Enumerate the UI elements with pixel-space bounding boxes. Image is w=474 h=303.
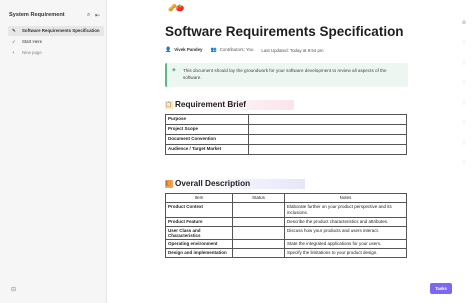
page-meta: 👤 Vivek Pandey 👥 Contributors: You Last Up… (165, 47, 324, 53)
table-cell[interactable] (232, 226, 285, 240)
table-row: Purpose (165, 114, 407, 125)
search-icon[interactable]: ⌕ (87, 12, 90, 19)
heading-overall-description[interactable]: 📙 Overall Description (165, 179, 306, 189)
author[interactable]: 👤 Vivek Pandey (165, 47, 202, 53)
table-cell[interactable]: Specify the limitations to your product … (284, 248, 407, 258)
plus-icon: + (12, 50, 15, 55)
sidebar-item-label: Start Here (22, 39, 43, 44)
table-header-row: Item Status Notes (165, 193, 407, 203)
info-icon: ◈ (172, 67, 176, 73)
table-cell[interactable] (232, 202, 285, 218)
table-cell[interactable] (248, 124, 407, 135)
more-icon[interactable]: ⋮ (459, 80, 469, 86)
more-icon[interactable]: ⋮ (459, 140, 469, 146)
column-header[interactable]: Status (232, 193, 285, 203)
more-icon[interactable]: ⋮ (459, 100, 469, 106)
book-icon: 📙 (165, 180, 173, 188)
table-cell[interactable]: State the integrated applications for yo… (284, 239, 407, 249)
page-content: 🥜🍅 ⚙ ⋮ ⋮ ⋮ ⋮ ⋮ ⋮ ⋮ Software Requirements… (107, 0, 474, 303)
right-toolbar: ⚙ ⋮ ⋮ ⋮ ⋮ ⋮ ⋮ ⋮ (459, 20, 469, 180)
collapse-sidebar-icon[interactable]: ⇤ (95, 12, 100, 19)
contributors-icon: 👥 (210, 47, 217, 53)
table-cell[interactable]: Audience / Target Market (165, 144, 249, 155)
column-header[interactable]: Notes (284, 193, 407, 203)
sidebar-header: System Requirement ⌕ ⇤ (9, 12, 103, 22)
table-cell[interactable]: Product Feature (165, 217, 233, 227)
table-row: Design and implementation Specify the li… (165, 248, 407, 258)
table-cell[interactable]: Design and implementation (165, 248, 233, 258)
table-cell[interactable]: Describe the product characteristics and… (284, 217, 407, 227)
more-icon[interactable]: ⋮ (459, 60, 469, 66)
table-cell[interactable] (232, 217, 285, 227)
rocket-icon: ➶ (12, 39, 16, 44)
page-settings-icon[interactable]: ⚙ (459, 20, 469, 26)
document-icon: ✎ (12, 28, 16, 33)
sidebar: System Requirement ⌕ ⇤ ✎ Software Requir… (0, 0, 107, 303)
cover-emoji: 🥜🍅 (168, 5, 184, 12)
sidebar-title[interactable]: System Requirement (9, 12, 65, 18)
user-icon: 👤 (165, 47, 172, 53)
table-cell[interactable]: Project Scope (165, 124, 249, 135)
memo-icon: 📋 (165, 101, 173, 109)
callout: ◈ This document should lay the groundwor… (165, 63, 408, 87)
callout-text: This document should lay the groundwork … (183, 68, 387, 81)
table-cell[interactable] (248, 144, 407, 155)
sidebar-item-start-here[interactable]: ➶ Start Here (8, 37, 104, 47)
page-title[interactable]: Software Requirements Specification (165, 24, 404, 39)
tasks-label: Tasks (435, 286, 447, 291)
table-cell[interactable]: Discuss how your products and users inte… (284, 226, 407, 240)
column-header[interactable]: Item (165, 193, 233, 203)
table-cell[interactable] (248, 134, 407, 145)
tasks-button[interactable]: Tasks (430, 283, 452, 294)
table-cell[interactable]: User Class and Characteristics (165, 226, 233, 240)
table-cell[interactable] (232, 239, 285, 249)
layout-icon[interactable]: ⊟ (11, 286, 16, 293)
table-cell[interactable]: Operating environment (165, 239, 233, 249)
last-updated: Last Updated: Today at 9:54 pm (261, 47, 324, 53)
more-icon[interactable]: ⋮ (459, 40, 469, 46)
table-cell[interactable] (232, 248, 285, 258)
sidebar-item-srs[interactable]: ✎ Software Requirements Specification (8, 26, 104, 36)
heading-requirement-brief[interactable]: 📋 Requirement Brief (165, 100, 294, 110)
table-row: Operating environment State the integrat… (165, 239, 407, 249)
table-row: Audience / Target Market (165, 144, 407, 155)
table-row: Product Context Elaborate further on you… (165, 202, 407, 218)
table-cell[interactable]: Elaborate further on your product perspe… (284, 202, 407, 218)
more-icon[interactable]: ⋮ (459, 160, 469, 166)
requirement-brief-table: Purpose Project Scope Document Conventio… (165, 114, 407, 155)
contributors: 👥 Contributors: You (210, 47, 254, 53)
sidebar-item-new-page[interactable]: + New page (8, 48, 104, 58)
overall-description-table: Item Status Notes Product Context Elabor… (165, 193, 407, 258)
more-icon[interactable]: ⋮ (459, 120, 469, 126)
table-cell[interactable]: Product Context (165, 202, 233, 218)
table-row: Product Feature Describe the product cha… (165, 217, 407, 227)
sidebar-item-label: Software Requirements Specification (22, 28, 100, 33)
table-row: Document Convention (165, 134, 407, 145)
sidebar-item-label: New page (22, 50, 42, 55)
table-cell[interactable]: Purpose (165, 114, 249, 125)
table-cell[interactable]: Document Convention (165, 134, 249, 145)
table-row: Project Scope (165, 124, 407, 135)
table-row: User Class and Characteristics Discuss h… (165, 226, 407, 240)
table-cell[interactable] (248, 114, 407, 125)
